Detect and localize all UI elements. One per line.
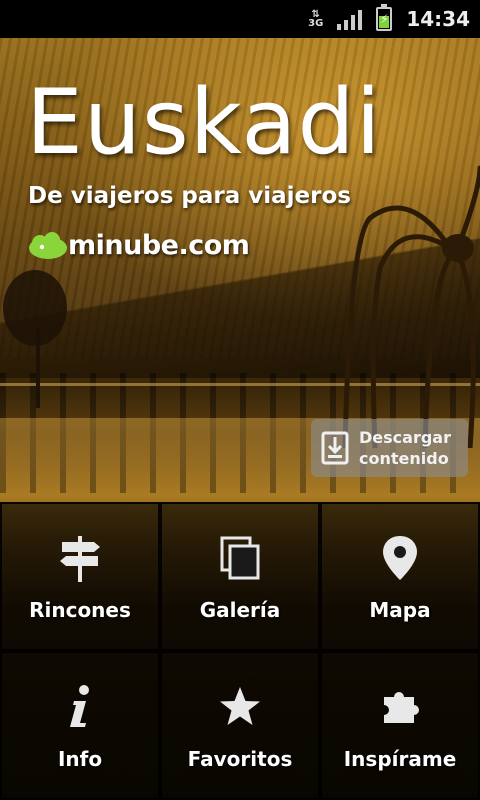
menu-label: Rincones (29, 598, 131, 622)
map-pin-icon (383, 536, 417, 580)
signpost-icon (60, 536, 100, 582)
menu-label: Inspírame (343, 747, 457, 771)
network-3g-icon: ⇅ 3G (308, 9, 324, 29)
menu-info[interactable]: Info (0, 651, 160, 800)
download-icon (321, 431, 349, 465)
app-title: Euskadi (26, 70, 382, 175)
spider-sculpture (342, 165, 480, 448)
star-icon (220, 687, 260, 725)
main-menu-grid: Rincones Galería Mapa Info Favoritos Ins… (0, 502, 480, 800)
menu-inspirame[interactable]: Inspírame (320, 651, 480, 800)
info-icon (70, 685, 89, 727)
puzzle-icon (384, 692, 419, 723)
tree-silhouette (3, 270, 67, 408)
app-subtitle: De viajeros para viajeros (28, 183, 351, 209)
download-content-button[interactable]: Descargar contenido (311, 419, 468, 477)
brand-name: minube.com (68, 230, 250, 261)
network-type: 3G (308, 18, 324, 29)
menu-label: Mapa (369, 598, 431, 622)
download-label: Descargar contenido (359, 428, 451, 468)
status-bar: ⇅ 3G ⚡ 14:34 (0, 0, 480, 38)
menu-rincones[interactable]: Rincones (0, 502, 160, 651)
menu-label: Info (57, 747, 103, 771)
minube-cloud-icon (29, 231, 67, 259)
menu-label: Favoritos (187, 747, 293, 771)
gallery-icon (220, 536, 260, 580)
menu-galeria[interactable]: Galería (160, 502, 320, 651)
status-time: 14:34 (406, 7, 470, 31)
menu-favoritos[interactable]: Favoritos (160, 651, 320, 800)
signal-icon (337, 8, 363, 30)
menu-label: Galería (199, 598, 281, 622)
menu-mapa[interactable]: Mapa (320, 502, 480, 651)
battery-icon: ⚡ (376, 4, 393, 31)
brand-logo-link[interactable]: minube.com (26, 230, 250, 261)
